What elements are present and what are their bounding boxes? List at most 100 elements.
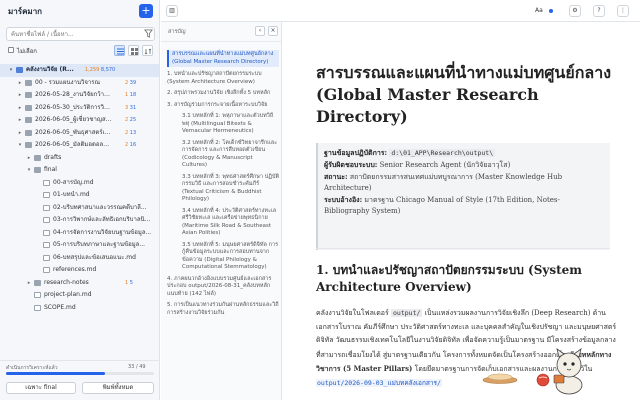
toc-close-button[interactable]: ×	[268, 26, 278, 36]
toc-item[interactable]: 3. สารบัญร่วมการกระจายเนื้อหาระบบวิจัย	[167, 102, 279, 110]
tree-folder-item[interactable]: ▸ drafts	[0, 152, 159, 165]
tree-item-label: 04-การจัดการงานวิจัยบนฐานข้อมูล...	[53, 228, 152, 236]
sidebar-header: มาร์คมาก +	[0, 0, 160, 24]
tree-item-label: 01-บทนำ.md	[53, 191, 90, 198]
progress-count: 33 / 49	[128, 364, 146, 370]
tree-item-counts: 2 25	[125, 114, 136, 127]
tree-file-item[interactable]: project-plan.md	[0, 289, 159, 302]
toc-item[interactable]: 3.5 บทหลักที่ 5: มนุษยศาสตร์ดิจิทัล การก…	[167, 242, 279, 272]
tree-file-item[interactable]: 05-การบริบทภาษาและฐานข้อมูล...	[0, 239, 159, 252]
chevron-down-icon[interactable]: ▾	[26, 164, 32, 177]
chevron-right-icon[interactable]: ▸	[26, 277, 32, 290]
tree-folder-item[interactable]: ▾ คลังงานวิจัย (R... 1,259 8,570	[0, 64, 159, 77]
tree-file-item[interactable]: 04-การจัดการงานวิจัยบนฐานข้อมูล...	[0, 227, 159, 240]
doc-count: 1	[125, 279, 129, 286]
tree-folder-item[interactable]: ▾ 2026-06-05_มัลติมอดอลโมเดล 2 16	[0, 139, 159, 152]
doc-count: 2	[125, 79, 129, 86]
tree-folder-item[interactable]: ▸ research-notes 1 5	[0, 277, 159, 290]
tree-folder-item[interactable]: ▾ final	[0, 164, 159, 177]
help-button[interactable]: ?	[593, 5, 605, 17]
file-icon	[34, 304, 41, 311]
tree-item-label: 2026-05-28_งานวิจัยกว้างแนว	[35, 91, 112, 98]
top-bar: ▥ Aa ⚙ ? ⋮	[161, 0, 640, 22]
tree-file-item[interactable]: 03-การวิพากษ์และลัทธิเอกบริบาลนิกาย...	[0, 214, 159, 227]
sort-button[interactable]	[142, 45, 153, 56]
tree-file-item[interactable]: references.md	[0, 264, 159, 277]
file-icon	[43, 192, 50, 198]
folder-icon	[34, 154, 41, 161]
filter-icon[interactable]	[144, 29, 153, 38]
tree-item-label: 02-บริบทศาสนาและวรรณคดีบาลี...	[53, 203, 147, 211]
tree-folder-item[interactable]: ▸ 2026-05-28_งานวิจัยกว้างแนว 1 18	[0, 89, 159, 102]
folder-icon	[16, 67, 23, 73]
settings-button[interactable]: ⚙	[569, 5, 581, 17]
progress-label: ดำเนินการวิเคราะห์แล้ว	[6, 365, 58, 371]
toc-item[interactable]: 3.1 บทหลักที่ 1: พหุภาษาและตัวบทวิถีพหุ …	[167, 113, 279, 136]
toc-item[interactable]: 3.2 บทหลักที่ 2: โคเด็กซ์วิทยาจารึกและกา…	[167, 140, 279, 170]
chevron-right-icon[interactable]: ▸	[17, 102, 23, 115]
tree-file-item[interactable]: 02-บริบทศาสนาและวรรณคดีบาลี...	[0, 202, 159, 215]
toc-item[interactable]: 1. บทนำและปรัชญาสถาปัตยกรรมระบบ (System …	[167, 71, 279, 86]
tree-item-label: 2026-06-05_พันธุศาสตร์เกษตร...	[35, 128, 112, 136]
tree-folder-item[interactable]: ▸ 2026-06-05_พันธุศาสตร์เกษตร... 2 13	[0, 127, 159, 140]
chevron-right-icon[interactable]: ▸	[17, 127, 23, 140]
toc-collapse-button[interactable]: ‹	[255, 26, 265, 36]
chevron-right-icon[interactable]: ▸	[17, 89, 23, 102]
word-count: 8,570	[100, 67, 116, 73]
tree-item-counts: 1 5	[125, 277, 133, 290]
meta-compiler-label: ผู้รับผิดชอบระบบ:	[324, 160, 378, 169]
more-menu-button[interactable]: ⋮	[617, 5, 629, 17]
document-title: สารบรรณและแผนที่นำทางแม่บทศูนย์กลาง (Glo…	[316, 63, 611, 126]
toc-item[interactable]: 3.3 บทหลักที่ 3: พุทธศาสตร์ศึกษา ปฏิบัติ…	[167, 174, 279, 204]
folder-icon	[25, 142, 32, 148]
tree-item-label: SCOPE.md	[44, 303, 76, 311]
tree-file-item[interactable]: 01-บทนำ.md	[0, 189, 159, 202]
tree-item-label: final	[44, 166, 57, 173]
tree-item-label: research-notes	[44, 278, 89, 286]
toc-item[interactable]: สารบรรณและแผนที่นำทางแม่บทศูนย์กลาง (Glo…	[167, 50, 279, 67]
chevron-down-icon[interactable]: ▾	[17, 139, 23, 152]
word-count: 18	[129, 92, 137, 98]
export-all-button[interactable]: พิมพ์ทั้งหมด	[82, 382, 154, 394]
list-view-button[interactable]	[114, 45, 125, 56]
meta-compiler-value: Senior Research Agent (นักวิจัยอาวุโส)	[379, 161, 511, 169]
toc-item[interactable]: 4. ภาคผนวกอ้างอิงแบบรวมศูนย์และเอกสารประ…	[167, 276, 279, 299]
chevron-right-icon[interactable]: ▸	[26, 152, 32, 165]
new-item-button[interactable]: +	[139, 4, 153, 18]
metadata-blockquote: ฐานข้อมูลปฏิบัติการ: d:\01_APP\Research\…	[316, 143, 610, 250]
progress-bar	[6, 372, 154, 375]
tree-item-label: 00 - รวมแผนงานวิจารณ	[35, 78, 101, 86]
select-all-checkbox[interactable]	[8, 47, 14, 53]
grid-icon	[131, 48, 138, 55]
grid-view-button[interactable]	[128, 45, 139, 56]
toc-item[interactable]: 2. สรุปภาพรวมงานวิจัย เชิงลึกทั้ง 5 บทหล…	[167, 90, 279, 98]
tree-folder-item[interactable]: ▸ 2026-05-30_ประวัติการวิจัยร... 3 31	[0, 102, 159, 115]
sort-icon	[144, 48, 152, 55]
chevron-right-icon[interactable]: ▸	[17, 114, 23, 127]
chevron-right-icon[interactable]: ▸	[17, 77, 23, 90]
search-input[interactable]	[6, 27, 155, 41]
folder-icon	[25, 117, 32, 123]
tree-folder-item[interactable]: ▸ 2026-06-05_ผู้เชี่ยวชาญสาขาอ... 2 25	[0, 114, 159, 127]
doc-count: 3	[125, 104, 129, 111]
toc-item[interactable]: 3.4 บทหลักที่ 4: ประวัติศาสตร์ทางทะเลศรี…	[167, 208, 279, 238]
file-icon	[34, 292, 41, 298]
chevron-down-icon[interactable]: ▾	[8, 64, 14, 77]
tree-item-counts: 2 13	[125, 127, 136, 140]
meta-citation: ระบบอ้างอิง: มาตรฐาน Chicago Manual of S…	[324, 194, 604, 217]
toc-item[interactable]: 5. การเป็นแนวทางร่วมกันผ่านหลักธรรมและวิ…	[167, 302, 279, 317]
export-final-button[interactable]: เฉพาะ final	[6, 382, 76, 394]
tree-file-item[interactable]: SCOPE.md	[0, 302, 159, 315]
doc-count: 2	[125, 117, 129, 123]
section-heading: 1. บทนำและปรัชญาสถาปัตยกรรมระบบ (System …	[316, 263, 582, 294]
toggle-sidebar-button[interactable]: ▥	[166, 5, 178, 17]
word-count: 16	[129, 142, 137, 148]
para-start: คลังงานวิจัยในโฟลเดอร์	[316, 309, 389, 317]
tree-file-item[interactable]: 00-สารบัญ.md	[0, 177, 159, 190]
tree-folder-item[interactable]: ▸ 00 - รวมแผนงานวิจารณ 2 39	[0, 77, 159, 90]
toc-header: สารบัญ ‹ ×	[161, 22, 281, 42]
font-size-button[interactable]: Aa	[535, 5, 557, 17]
word-count: 39	[129, 79, 137, 86]
para-link[interactable]: output/2026-09-03_แม่บทคลังเอกสาร/	[316, 378, 442, 387]
tree-file-item[interactable]: 06-บทสรุปและข้อเสนอแนะ.md	[0, 252, 159, 265]
